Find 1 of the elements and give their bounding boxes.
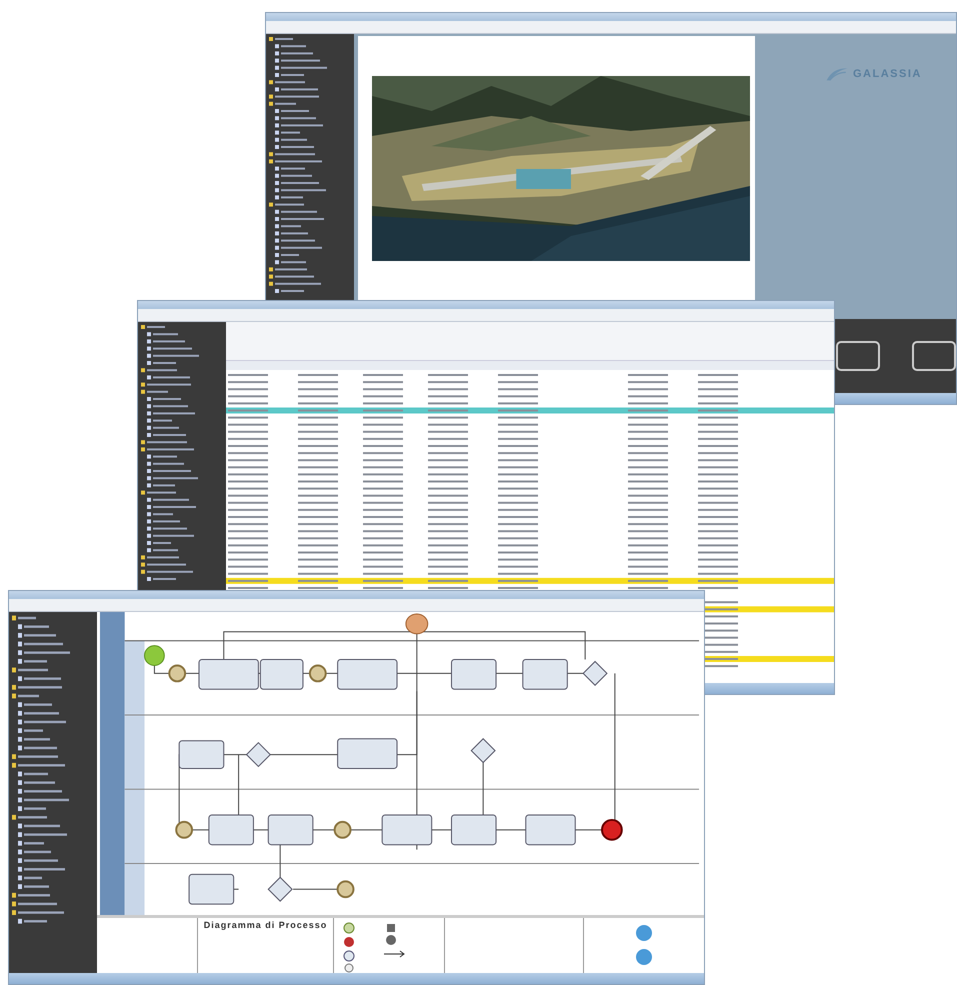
diagram-title: Diagramma di Processo — [204, 920, 328, 931]
